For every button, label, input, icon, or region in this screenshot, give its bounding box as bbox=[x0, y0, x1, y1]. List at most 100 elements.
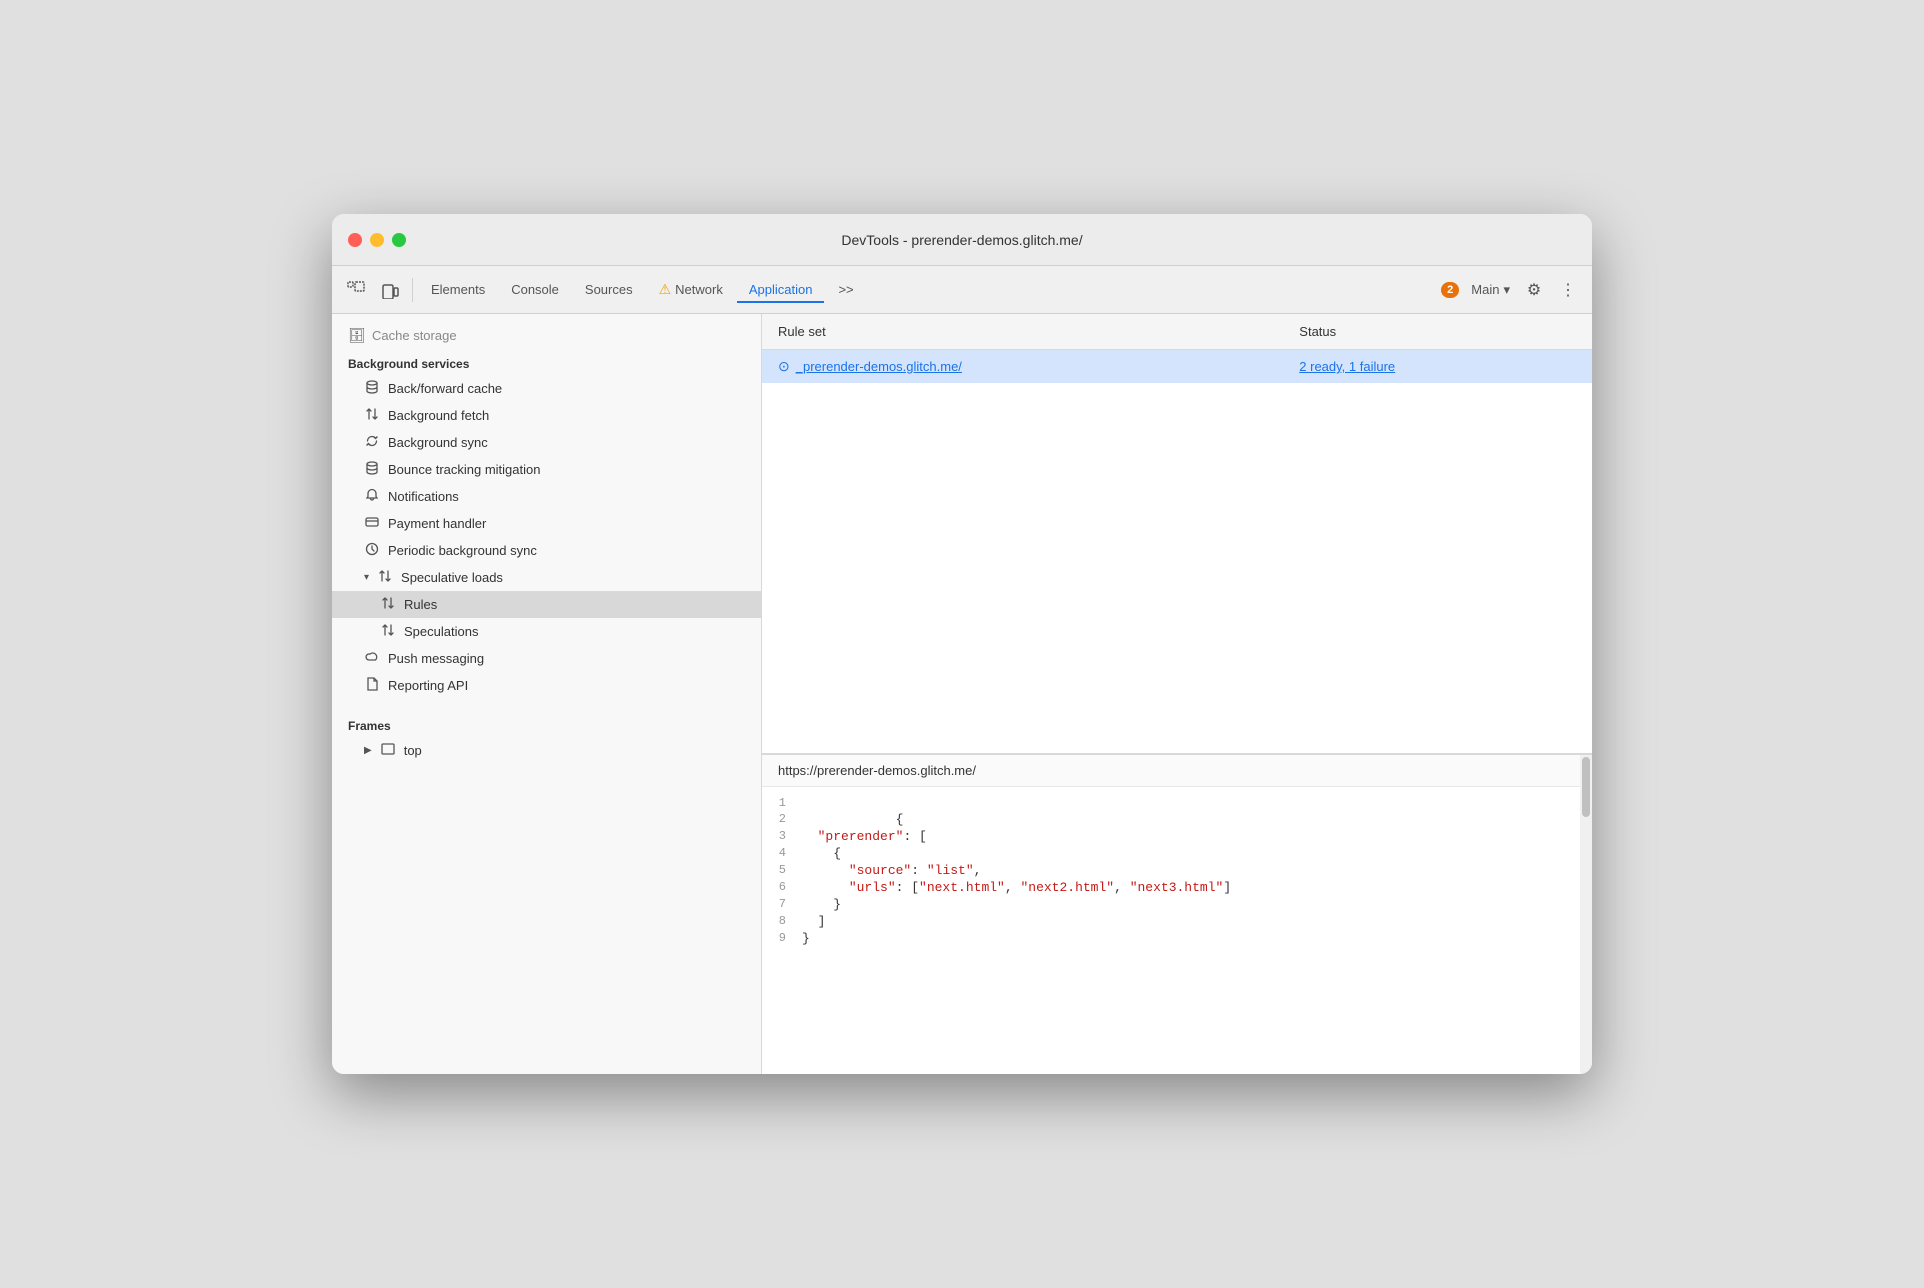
scrollbar-thumb[interactable] bbox=[1582, 757, 1590, 817]
cache-icon: 🗄 bbox=[348, 327, 364, 344]
speculative-icon bbox=[377, 569, 393, 586]
frame-icon bbox=[380, 742, 396, 759]
col-rule-set: Rule set bbox=[762, 314, 1283, 350]
maximize-button[interactable] bbox=[392, 233, 406, 247]
issues-badge[interactable]: 2 bbox=[1441, 282, 1459, 298]
content-panel: Rule set Status ⊙ _prerender-demos.glitc… bbox=[762, 314, 1592, 1074]
line-code-4: { bbox=[802, 846, 841, 861]
code-line-3: 3 "prerender": [ bbox=[762, 828, 1592, 845]
tab-sources[interactable]: Sources bbox=[573, 276, 645, 303]
rules-icon bbox=[380, 596, 396, 613]
expand-arrow-icon: ▾ bbox=[364, 572, 369, 583]
line-num-3: 3 bbox=[762, 829, 802, 843]
toolbar: Elements Console Sources ⚠ Network Appli… bbox=[332, 266, 1592, 314]
close-button[interactable] bbox=[348, 233, 362, 247]
sidebar-item-cache-storage[interactable]: 🗄 Cache storage bbox=[332, 322, 761, 349]
rules-table: Rule set Status ⊙ _prerender-demos.glitc… bbox=[762, 314, 1592, 383]
devtools-window: DevTools - prerender-demos.glitch.me/ El… bbox=[332, 214, 1592, 1074]
tab-more[interactable]: >> bbox=[826, 276, 865, 303]
sidebar-item-speculations[interactable]: Speculations bbox=[332, 618, 761, 645]
rule-url-link[interactable]: _prerender-demos.glitch.me/ bbox=[796, 359, 962, 374]
line-num-7: 7 bbox=[762, 897, 802, 911]
code-line-1: 1 bbox=[762, 795, 1592, 811]
window-title: DevTools - prerender-demos.glitch.me/ bbox=[841, 232, 1082, 248]
tab-application[interactable]: Application bbox=[737, 276, 825, 303]
line-code-3: "prerender": [ bbox=[802, 829, 927, 844]
code-url: https://prerender-demos.glitch.me/ bbox=[762, 755, 1592, 787]
sidebar-item-payment-label: Payment handler bbox=[388, 516, 486, 531]
main-area: 🗄 Cache storage Background services Back… bbox=[332, 314, 1592, 1074]
tab-network[interactable]: ⚠ Network bbox=[647, 275, 735, 304]
sidebar-item-back-forward-label: Back/forward cache bbox=[388, 381, 502, 396]
speculations-icon bbox=[380, 623, 396, 640]
status-value[interactable]: 2 ready, 1 failure bbox=[1299, 359, 1395, 374]
bounce-icon bbox=[364, 461, 380, 478]
prerender-icon: ⊙ bbox=[778, 358, 790, 375]
sidebar-item-back-forward-cache[interactable]: Back/forward cache bbox=[332, 375, 761, 402]
cloud-icon bbox=[364, 650, 380, 667]
device-toolbar-button[interactable] bbox=[374, 274, 406, 306]
sidebar-item-background-sync[interactable]: Background sync bbox=[332, 429, 761, 456]
inspect-element-button[interactable] bbox=[340, 274, 372, 306]
titlebar: DevTools - prerender-demos.glitch.me/ bbox=[332, 214, 1592, 266]
tab-console[interactable]: Console bbox=[499, 276, 571, 303]
settings-button[interactable]: ⚙ bbox=[1518, 274, 1550, 306]
sidebar-item-notifications[interactable]: Notifications bbox=[332, 483, 761, 510]
sidebar-item-push-messaging[interactable]: Push messaging bbox=[332, 645, 761, 672]
tab-elements[interactable]: Elements bbox=[419, 276, 497, 303]
sidebar-item-rules-label: Rules bbox=[404, 597, 437, 612]
sidebar-item-bounce-label: Bounce tracking mitigation bbox=[388, 462, 540, 477]
sidebar-item-frames-top[interactable]: ▶ top bbox=[332, 737, 761, 764]
code-content: 1 2 { 3 "prerender": [ 4 { bbox=[762, 787, 1592, 1074]
table-header: Rule set Status bbox=[762, 314, 1592, 350]
sidebar-item-periodic-sync-label: Periodic background sync bbox=[388, 543, 537, 558]
line-code-9: } bbox=[802, 931, 810, 946]
sidebar-item-rules[interactable]: Rules bbox=[332, 591, 761, 618]
sidebar-item-background-fetch-label: Background fetch bbox=[388, 408, 489, 423]
rules-table-area: Rule set Status ⊙ _prerender-demos.glitc… bbox=[762, 314, 1592, 754]
database-icon bbox=[364, 380, 380, 397]
sidebar-item-payment-handler[interactable]: Payment handler bbox=[332, 510, 761, 537]
arrows-updown-icon bbox=[364, 407, 380, 424]
code-line-4: 4 { bbox=[762, 845, 1592, 862]
background-services-label: Background services bbox=[332, 349, 761, 375]
status-cell[interactable]: 2 ready, 1 failure bbox=[1283, 350, 1592, 384]
code-panel: https://prerender-demos.glitch.me/ 1 2 {… bbox=[762, 754, 1592, 1074]
sync-icon bbox=[364, 434, 380, 451]
sidebar-item-speculative-loads[interactable]: ▾ Speculative loads bbox=[332, 564, 761, 591]
chevron-down-icon: ▾ bbox=[1503, 282, 1510, 298]
code-line-7: 7 } bbox=[762, 896, 1592, 913]
line-code-6: "urls": ["next.html", "next2.html", "nex… bbox=[802, 880, 1231, 895]
minimize-button[interactable] bbox=[370, 233, 384, 247]
network-warning-icon: ⚠ bbox=[659, 281, 672, 298]
line-code-8: ] bbox=[802, 914, 825, 929]
sidebar-item-background-fetch[interactable]: Background fetch bbox=[332, 402, 761, 429]
more-options-button[interactable]: ⋮ bbox=[1552, 274, 1584, 306]
sidebar: 🗄 Cache storage Background services Back… bbox=[332, 314, 762, 1074]
sidebar-item-speculations-label: Speculations bbox=[404, 624, 478, 639]
window-controls bbox=[348, 233, 406, 247]
rule-set-cell: ⊙ _prerender-demos.glitch.me/ bbox=[762, 350, 1283, 384]
line-code-7: } bbox=[802, 897, 841, 912]
sidebar-item-speculative-label: Speculative loads bbox=[401, 570, 503, 585]
rule-url-container: ⊙ _prerender-demos.glitch.me/ bbox=[778, 358, 1267, 375]
code-line-9: 9 } bbox=[762, 930, 1592, 947]
main-dropdown[interactable]: Main ▾ bbox=[1465, 278, 1516, 302]
sidebar-item-notifications-label: Notifications bbox=[388, 489, 459, 504]
frames-section-label: Frames bbox=[332, 711, 761, 737]
line-num-6: 6 bbox=[762, 880, 802, 894]
line-num-9: 9 bbox=[762, 931, 802, 945]
line-num-2: 2 bbox=[762, 812, 802, 826]
code-line-8: 8 ] bbox=[762, 913, 1592, 930]
sidebar-item-background-sync-label: Background sync bbox=[388, 435, 488, 450]
doc-icon bbox=[364, 677, 380, 694]
table-row[interactable]: ⊙ _prerender-demos.glitch.me/ 2 ready, 1… bbox=[762, 350, 1592, 384]
code-line-6: 6 "urls": ["next.html", "next2.html", "n… bbox=[762, 879, 1592, 896]
code-scrollbar[interactable] bbox=[1580, 755, 1592, 1074]
sidebar-item-bounce-tracking[interactable]: Bounce tracking mitigation bbox=[332, 456, 761, 483]
sidebar-item-periodic-sync[interactable]: Periodic background sync bbox=[332, 537, 761, 564]
code-line-5: 5 "source": "list", bbox=[762, 862, 1592, 879]
sidebar-item-push-label: Push messaging bbox=[388, 651, 484, 666]
sidebar-item-reporting-api[interactable]: Reporting API bbox=[332, 672, 761, 699]
sidebar-item-reporting-label: Reporting API bbox=[388, 678, 468, 693]
